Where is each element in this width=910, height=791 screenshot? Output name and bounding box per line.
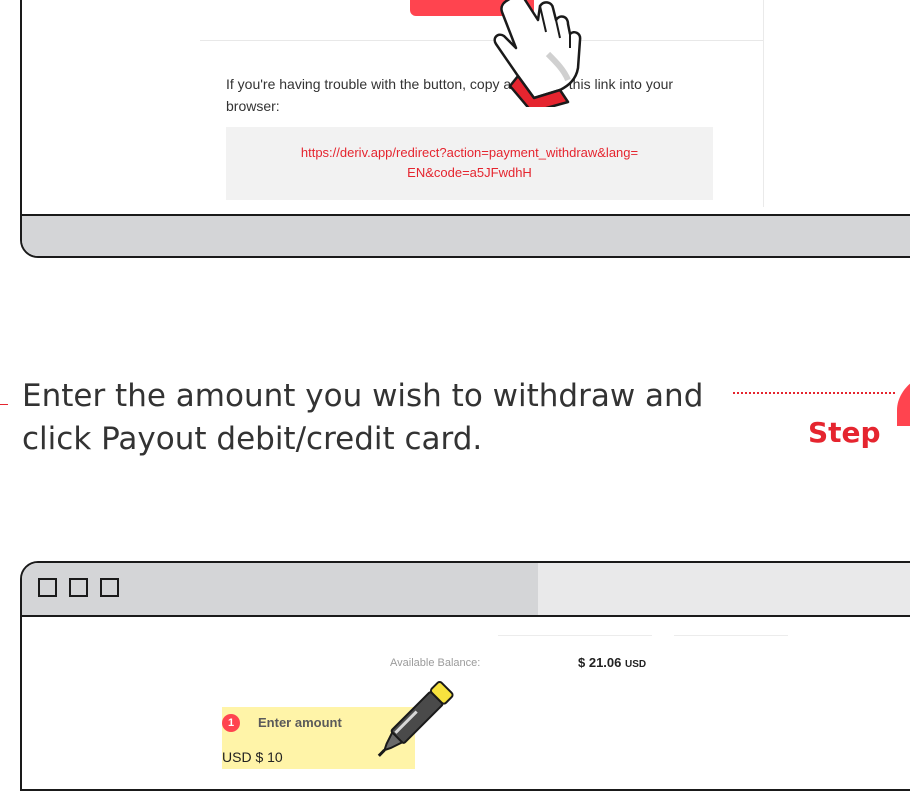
content-divider-left bbox=[498, 635, 652, 636]
available-balance-label: Available Balance: bbox=[390, 657, 481, 669]
redirect-link-line2[interactable]: EN&code=a5JFwdhH bbox=[407, 165, 532, 180]
balance-currency: USD bbox=[625, 659, 647, 670]
balance-amount: $ 21.06 bbox=[578, 655, 622, 670]
link-box: https://deriv.app/redirect?action=paymen… bbox=[226, 127, 713, 200]
highlighter-pen-icon bbox=[377, 681, 454, 757]
step-number-badge bbox=[897, 383, 910, 426]
window-button-2[interactable] bbox=[69, 578, 88, 597]
step-label: Step bbox=[808, 416, 881, 449]
enter-amount-label: Enter amount bbox=[258, 715, 342, 730]
amount-input[interactable]: USD $ 10 bbox=[222, 749, 283, 765]
redirect-link-line1[interactable]: https://deriv.app/redirect?action=paymen… bbox=[301, 145, 638, 160]
browser-address-area bbox=[538, 563, 910, 615]
step-dotted-line bbox=[733, 392, 895, 394]
redirect-link[interactable]: https://deriv.app/redirect?action=paymen… bbox=[226, 143, 713, 183]
step-connector-left bbox=[0, 404, 8, 405]
available-balance-value: $ 21.06 USD bbox=[578, 655, 646, 670]
step-1-badge: 1 bbox=[222, 714, 240, 732]
laptop-bottom-bar bbox=[22, 214, 910, 256]
step-instruction: Enter the amount you wish to withdraw an… bbox=[22, 378, 704, 457]
browser-toolbar bbox=[22, 563, 910, 617]
content-divider-right bbox=[674, 635, 788, 636]
email-screen-frame: If you're having trouble with the button… bbox=[20, 0, 910, 258]
window-button-1[interactable] bbox=[38, 578, 57, 597]
pointing-hand-icon bbox=[493, 0, 582, 107]
window-button-3[interactable] bbox=[100, 578, 119, 597]
